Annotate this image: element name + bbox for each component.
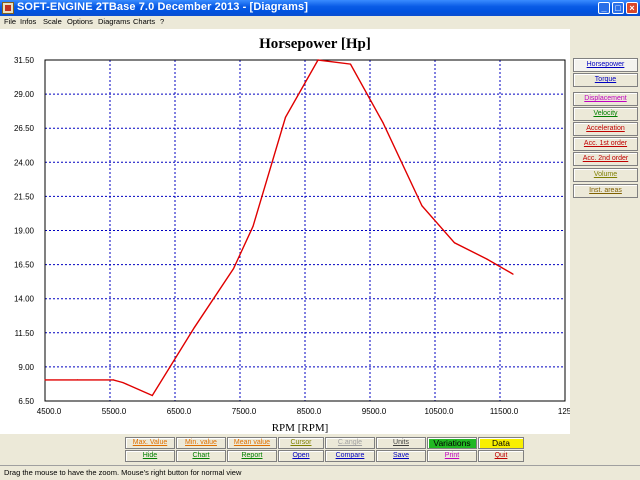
data-point	[486, 258, 488, 260]
menu-charts[interactable]: Charts	[133, 16, 155, 28]
data-point	[284, 116, 287, 118]
data-point	[512, 273, 514, 275]
x-tick-label: 10500.0	[425, 407, 454, 416]
diagram-button-acceleration[interactable]: Acceleration	[573, 122, 638, 136]
diagram-button-displacement[interactable]: Displacement	[573, 92, 638, 106]
menu-infos[interactable]: Infos	[20, 16, 36, 28]
mean-value-button[interactable]: Mean value	[227, 437, 277, 449]
variations-button[interactable]: Variations	[427, 437, 477, 449]
units-button[interactable]: Units	[376, 437, 426, 449]
quit-button[interactable]: Quit	[478, 450, 524, 462]
close-button[interactable]: ×	[626, 2, 638, 14]
x-tick-label: 5500.0	[102, 407, 127, 416]
x-tick-label: 12500	[558, 407, 570, 416]
y-tick-label: 9.00	[18, 363, 34, 372]
data-point	[112, 379, 114, 381]
data-point	[421, 205, 423, 207]
diagram-button-inst-areas[interactable]: Inst. areas	[573, 184, 638, 198]
data-point	[382, 122, 384, 124]
x-tick-label: 7500.0	[232, 407, 257, 416]
save-button[interactable]: Save	[376, 450, 426, 462]
minimize-button[interactable]: _	[598, 2, 610, 14]
diagram-button-velocity[interactable]: Velocity	[573, 107, 638, 121]
y-tick-label: 19.00	[14, 227, 35, 236]
diagram-button-torque[interactable]: Torque	[573, 73, 638, 87]
data-point	[252, 225, 254, 228]
menu-file[interactable]: File	[4, 16, 16, 28]
y-tick-label: 14.00	[14, 295, 35, 304]
data-button[interactable]: Data	[478, 437, 524, 449]
menu-diagrams[interactable]: Diagrams	[98, 16, 130, 28]
c-angle-button[interactable]: C.angle	[325, 437, 375, 449]
compare-button[interactable]: Compare	[325, 450, 375, 462]
cursor-button[interactable]: Cursor	[278, 437, 324, 449]
open-button[interactable]: Open	[278, 450, 324, 462]
menu-options[interactable]: Options	[67, 16, 93, 28]
data-point	[76, 379, 79, 381]
window-title: SOFT-ENGINE 2TBase 7.0 December 2013 - […	[17, 1, 309, 13]
min-value-button[interactable]: Min. value	[176, 437, 226, 449]
data-point	[122, 381, 124, 384]
status-bar: Drag the mouse to have the zoom. Mouse's…	[0, 465, 640, 480]
data-point	[349, 63, 352, 65]
title-bar: SOFT-ENGINE 2TBase 7.0 December 2013 - […	[0, 0, 640, 16]
x-tick-label: 8500.0	[297, 407, 322, 416]
chart-title: Horsepower [Hp]	[259, 36, 371, 52]
hide-button[interactable]: Hide	[125, 450, 175, 462]
x-tick-label: 4500.0	[37, 407, 62, 416]
y-tick-label: 11.50	[15, 329, 35, 338]
diagram-button-acc-1st-order[interactable]: Acc. 1st order	[573, 137, 638, 151]
y-tick-label: 24.00	[14, 158, 35, 167]
diagram-button-horsepower[interactable]: Horsepower	[573, 58, 638, 72]
menu-bar: File Infos Scale Options Diagrams Charts…	[0, 16, 640, 28]
y-tick-label: 21.50	[14, 192, 35, 201]
data-point	[44, 379, 46, 381]
menu-help[interactable]: ?	[160, 16, 164, 28]
data-point	[453, 242, 456, 244]
diagram-button-volume[interactable]: Volume	[573, 168, 638, 182]
x-tick-label: 9500.0	[362, 407, 387, 416]
x-tick-label: 11500.0	[490, 407, 519, 416]
maximize-button[interactable]: □	[612, 2, 624, 14]
y-tick-label: 29.00	[14, 90, 35, 99]
diagram-button-acc-2nd-order[interactable]: Acc. 2nd order	[573, 152, 638, 166]
horsepower-chart[interactable]: Horsepower [Hp] 4500.0 5500.0 6500.0 7500.0 8…	[0, 29, 570, 434]
max-value-button[interactable]: Max. Value	[125, 437, 175, 449]
print-button[interactable]: Print	[427, 450, 477, 462]
chart-button[interactable]: Chart	[176, 450, 226, 462]
data-point	[232, 268, 235, 270]
data-point	[193, 326, 196, 328]
y-tick-label: 16.50	[14, 261, 35, 270]
chart-panel[interactable]: Horsepower [Hp] 4500.0 5500.0 6500.0 7500.0 8…	[0, 29, 570, 434]
report-button[interactable]: Report	[227, 450, 277, 462]
menu-scale[interactable]: Scale	[43, 16, 62, 28]
x-tick-label: 6500.0	[167, 407, 192, 416]
x-axis-label: RPM [RPM]	[272, 422, 329, 434]
data-point	[151, 394, 153, 397]
y-tick-label: 6.50	[18, 397, 34, 406]
horsepower-line	[45, 59, 514, 397]
app-icon[interactable]	[2, 2, 14, 14]
data-point	[317, 59, 319, 61]
y-tick-label: 31.50	[14, 56, 35, 65]
y-tick-label: 26.50	[14, 124, 35, 133]
